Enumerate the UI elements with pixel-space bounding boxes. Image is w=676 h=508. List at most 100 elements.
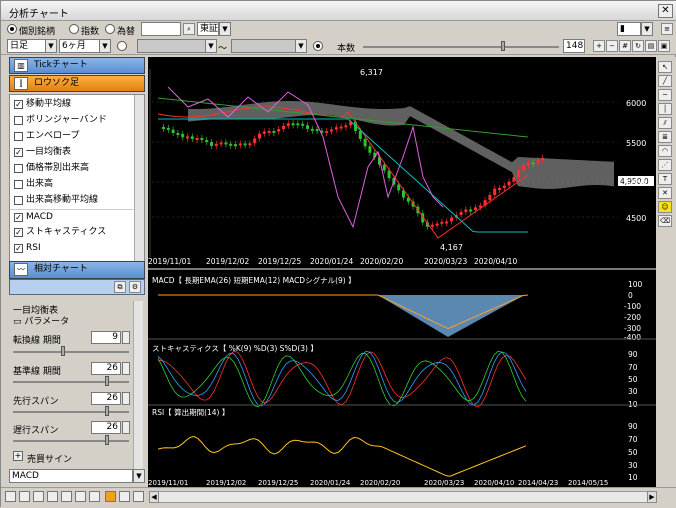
fan-icon[interactable]: ⋰ (658, 159, 672, 171)
symbol-code-input[interactable] (141, 22, 181, 36)
exchange-select[interactable]: 東証 (197, 22, 219, 36)
indicator-item[interactable]: 価格帯別出来高 (10, 161, 134, 177)
search-icon[interactable]: ⌕ (183, 23, 195, 35)
vline-icon[interactable]: │ (658, 103, 672, 115)
settings-icon[interactable]: ⚙ (129, 281, 141, 293)
radio-stock[interactable] (7, 24, 17, 34)
params-scrollbar[interactable] (133, 301, 143, 469)
radio-fx[interactable] (105, 24, 115, 34)
indicator-item[interactable]: ✓ MACD (10, 209, 134, 225)
param-slider-thumb[interactable] (61, 346, 65, 356)
save-icon[interactable]: ▣ (658, 40, 670, 52)
radio-count[interactable] (313, 41, 323, 51)
bottom-icon-8[interactable] (105, 491, 116, 502)
param-slider[interactable] (13, 381, 129, 383)
param-slider[interactable] (13, 351, 129, 353)
indicator-item[interactable]: ✓ RSI (10, 241, 134, 257)
indicator-item[interactable]: ✓ 一目均衡表 (10, 145, 134, 161)
param-slider-thumb[interactable] (105, 406, 109, 416)
param-spinner[interactable] (122, 421, 130, 434)
trendline-icon[interactable]: ╱ (658, 75, 672, 87)
checkbox[interactable] (14, 164, 23, 173)
param-slider-thumb[interactable] (105, 376, 109, 386)
text-icon[interactable]: T (658, 173, 672, 185)
bottom-icon-3[interactable] (33, 491, 44, 502)
scroll-left-icon[interactable]: ◀ (149, 491, 159, 503)
tick-chart-button[interactable]: ▥ Tickチャート (9, 57, 145, 74)
param-slider[interactable] (13, 411, 129, 413)
bottom-icon-7[interactable] (89, 491, 100, 502)
period-unit-select[interactable]: 日足 (7, 39, 47, 53)
radio-index[interactable] (69, 24, 79, 34)
checkbox[interactable] (14, 116, 23, 125)
channel-icon[interactable]: ⫽ (658, 117, 672, 129)
param-slider-thumb[interactable] (105, 435, 109, 445)
bottom-icon-4[interactable] (47, 491, 58, 502)
candle-button[interactable]: ⫿ ロウソク足 (9, 75, 145, 92)
param-spinner[interactable] (122, 362, 130, 375)
expand-icon[interactable]: + (13, 451, 23, 461)
period-range-select[interactable]: 6ヶ月 (59, 39, 101, 53)
smiley-icon[interactable]: ☺ (658, 201, 672, 213)
bottom-icon-10[interactable] (133, 491, 144, 502)
zoom-out-icon[interactable]: − (606, 40, 618, 52)
param-spinner[interactable] (122, 392, 130, 405)
chevron-down-icon[interactable]: ▼ (641, 22, 653, 36)
bottom-icon-5[interactable] (61, 491, 72, 502)
radio-date-range[interactable] (117, 41, 127, 51)
print-icon[interactable]: ▤ (645, 40, 657, 52)
scroll-right-icon[interactable]: ▶ (647, 491, 657, 503)
close-button[interactable]: ✕ (658, 4, 673, 18)
delete-icon[interactable]: ✕ (658, 187, 672, 199)
arc-icon[interactable]: ◠ (658, 145, 672, 157)
count-slider-thumb[interactable] (501, 41, 505, 51)
param-input[interactable]: 26 (91, 362, 121, 375)
checkbox[interactable]: ✓ (14, 100, 23, 109)
indicator-item[interactable]: 出来高 (10, 177, 134, 193)
layout-select[interactable]: ▮ (617, 22, 641, 36)
bottom-icon-6[interactable] (75, 491, 86, 502)
param-slider[interactable] (13, 440, 129, 442)
indicator-select[interactable]: MACD (9, 469, 133, 483)
indicator-item[interactable]: 出来高移動平均線 (10, 193, 134, 209)
indicator-item[interactable]: ボリンジャーバンド (10, 113, 134, 129)
bottom-icon-1[interactable] (5, 491, 16, 502)
chart-area[interactable]: 6,317 4,167 4,950.0 6000 5500 5000 4500 … (148, 57, 656, 487)
chevron-down-icon[interactable]: ▼ (219, 22, 231, 36)
bottom-icon-2[interactable] (19, 491, 30, 502)
zoom-in-icon[interactable]: + (593, 40, 605, 52)
grid-icon[interactable]: # (619, 40, 631, 52)
eraser-icon[interactable]: ⌫ (658, 215, 672, 227)
date-from-input[interactable] (137, 39, 207, 53)
chevron-down-icon[interactable]: ▼ (295, 39, 307, 53)
param-input[interactable]: 26 (91, 392, 121, 405)
menu-icon[interactable]: ≡ (661, 23, 673, 35)
date-to-input[interactable] (231, 39, 297, 53)
checkbox[interactable]: ✓ (14, 228, 23, 237)
chevron-down-icon[interactable]: ▼ (205, 39, 217, 53)
count-value[interactable]: 148 (563, 39, 585, 53)
checkbox[interactable]: ✓ (14, 244, 23, 253)
chevron-down-icon[interactable]: ▼ (99, 39, 111, 53)
checkbox[interactable] (14, 132, 23, 141)
checkbox[interactable]: ✓ (14, 148, 23, 157)
indicator-item[interactable]: ✓ 移動平均線 (10, 97, 134, 113)
fibonacci-icon[interactable]: ≣ (658, 131, 672, 143)
indicator-item[interactable]: ✓ ストキャスティクス (10, 225, 134, 241)
param-input[interactable]: 9 (91, 331, 121, 344)
hline-icon[interactable]: ─ (658, 89, 672, 101)
count-slider[interactable] (363, 46, 559, 48)
checkbox[interactable]: ✓ (14, 213, 23, 222)
horizontal-scrollbar[interactable] (149, 491, 657, 503)
chevron-down-icon[interactable]: ▼ (45, 39, 57, 53)
bottom-icon-9[interactable] (119, 491, 130, 502)
refresh-icon[interactable]: ↻ (632, 40, 644, 52)
copy-icon[interactable]: ⧉ (114, 281, 126, 293)
cursor-icon[interactable]: ↖ (658, 61, 672, 73)
param-spinner[interactable] (122, 331, 130, 344)
chevron-down-icon[interactable]: ▼ (133, 469, 145, 483)
checkbox[interactable] (14, 196, 23, 205)
checkbox[interactable] (14, 180, 23, 189)
param-input[interactable]: 26 (91, 421, 121, 434)
indicator-item[interactable]: エンベロープ (10, 129, 134, 145)
